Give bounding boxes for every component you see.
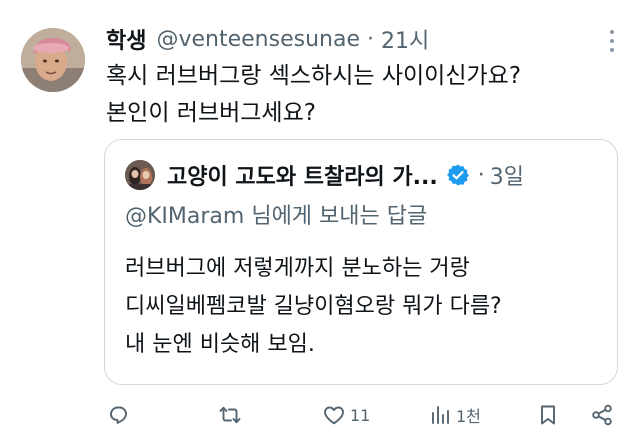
- quoted-tweet-header: 고양이 고도와 트찰라의 가... · 3일: [125, 158, 601, 192]
- like-button[interactable]: 11: [322, 400, 370, 430]
- share-button[interactable]: [590, 400, 614, 430]
- quoted-tweet[interactable]: 고양이 고도와 트찰라의 가... · 3일 @KIMaram 님에게 보내는 …: [104, 139, 618, 385]
- bookmark-icon: [536, 403, 560, 427]
- share-icon: [590, 403, 614, 427]
- like-count: 11: [350, 405, 371, 425]
- like-icon: [322, 403, 346, 427]
- quoted-text-line: 내 눈엔 비슷해 보임.: [125, 332, 315, 357]
- retweet-icon: [218, 403, 242, 427]
- retweet-button[interactable]: [218, 400, 246, 430]
- quoted-display-name[interactable]: 고양이 고도와 트찰라의 가...: [167, 159, 438, 191]
- tweet-text: 혹시 러브버그랑 섹스하시는 사이이신가요? 본인이 러브버그세요?: [106, 58, 626, 132]
- reply-to-label[interactable]: @KIMaram 님에게 보내는 답글: [125, 198, 427, 230]
- tweet-text-line: 혹시 러브버그랑 섹스하시는 사이이신가요?: [106, 63, 522, 89]
- action-bar: 11 1천: [104, 400, 622, 430]
- quoted-avatar: [125, 160, 155, 190]
- verified-badge-icon: [446, 163, 470, 187]
- timestamp[interactable]: 21시: [381, 23, 429, 55]
- separator-dot: ·: [477, 162, 485, 188]
- quoted-text-line: 디씨일베펨코발 길냥이혐오랑 뭐가 다름?: [125, 294, 502, 319]
- reply-icon: [106, 403, 130, 427]
- quoted-timestamp[interactable]: 3일: [490, 159, 524, 191]
- quoted-tweet-text: 러브버그에 저렇게까지 분노하는 거랑 디씨일베펨코발 길냥이혐오랑 뭐가 다름…: [125, 250, 605, 364]
- tweet-text-line: 본인이 러브버그세요?: [106, 100, 316, 126]
- bookmark-button[interactable]: [536, 400, 560, 430]
- reply-button[interactable]: [106, 400, 134, 430]
- separator-dot: ·: [366, 26, 374, 52]
- avatar[interactable]: [21, 28, 85, 92]
- tweet-header: 학생 @venteensesunae · 21시: [106, 22, 620, 56]
- views-icon: [428, 403, 452, 427]
- views-button[interactable]: 1천: [428, 400, 481, 430]
- more-icon[interactable]: [604, 30, 620, 52]
- user-handle[interactable]: @venteensesunae: [156, 27, 360, 52]
- view-count: 1천: [456, 407, 481, 426]
- quoted-text-line: 러브버그에 저렇게까지 분노하는 거랑: [125, 256, 470, 281]
- display-name[interactable]: 학생: [106, 23, 146, 55]
